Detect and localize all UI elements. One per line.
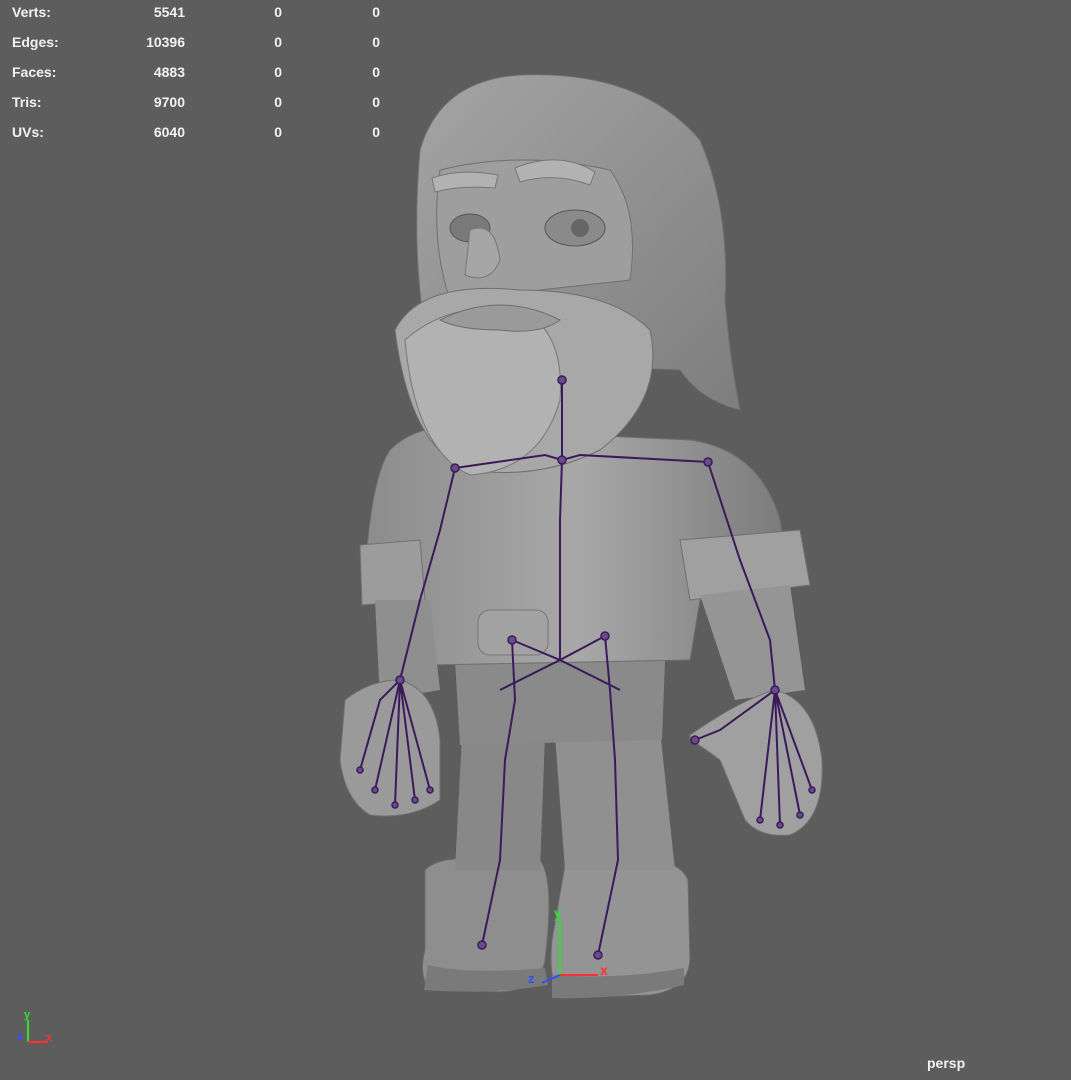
- hud-value: 0: [372, 64, 380, 80]
- axis-y-label: y: [24, 1009, 31, 1021]
- gizmo-x-label: x: [600, 962, 608, 978]
- gizmo-z-label: z: [528, 971, 535, 986]
- hud-value: 9700: [153, 94, 185, 110]
- view-axis-indicator: y x z: [17, 1009, 53, 1044]
- character-scene[interactable]: y x z y x z: [0, 0, 1071, 1080]
- hud-label: Verts:: [12, 4, 51, 20]
- hud-value: 0: [274, 4, 282, 20]
- gizmo-y-label: y: [554, 905, 562, 921]
- hud-value: 0: [274, 94, 282, 110]
- axis-x-label: x: [46, 1032, 53, 1044]
- viewport-persp[interactable]: y x z y x z Verts: 5541 0 0 Edges: 10396…: [0, 0, 1071, 1080]
- character-mesh[interactable]: [339, 74, 823, 999]
- camera-name-label: persp: [927, 1055, 966, 1071]
- hud-label: UVs:: [12, 124, 44, 140]
- hud-label: Faces:: [12, 64, 57, 80]
- hud-label: Edges:: [12, 34, 59, 50]
- hud-value: 0: [372, 34, 380, 50]
- hud-value: 0: [274, 34, 282, 50]
- hud-value: 5541: [153, 4, 185, 20]
- hud-value: 0: [372, 124, 380, 140]
- hud-value: 4883: [153, 64, 185, 80]
- hud-value: 6040: [153, 124, 185, 140]
- hud-label: Tris:: [12, 94, 42, 110]
- hud-value: 0: [372, 94, 380, 110]
- hud-value: 0: [274, 124, 282, 140]
- axis-z-label: z: [17, 1031, 23, 1043]
- hud-value: 0: [274, 64, 282, 80]
- hud-value: 0: [372, 4, 380, 20]
- hud-value: 10396: [146, 34, 185, 50]
